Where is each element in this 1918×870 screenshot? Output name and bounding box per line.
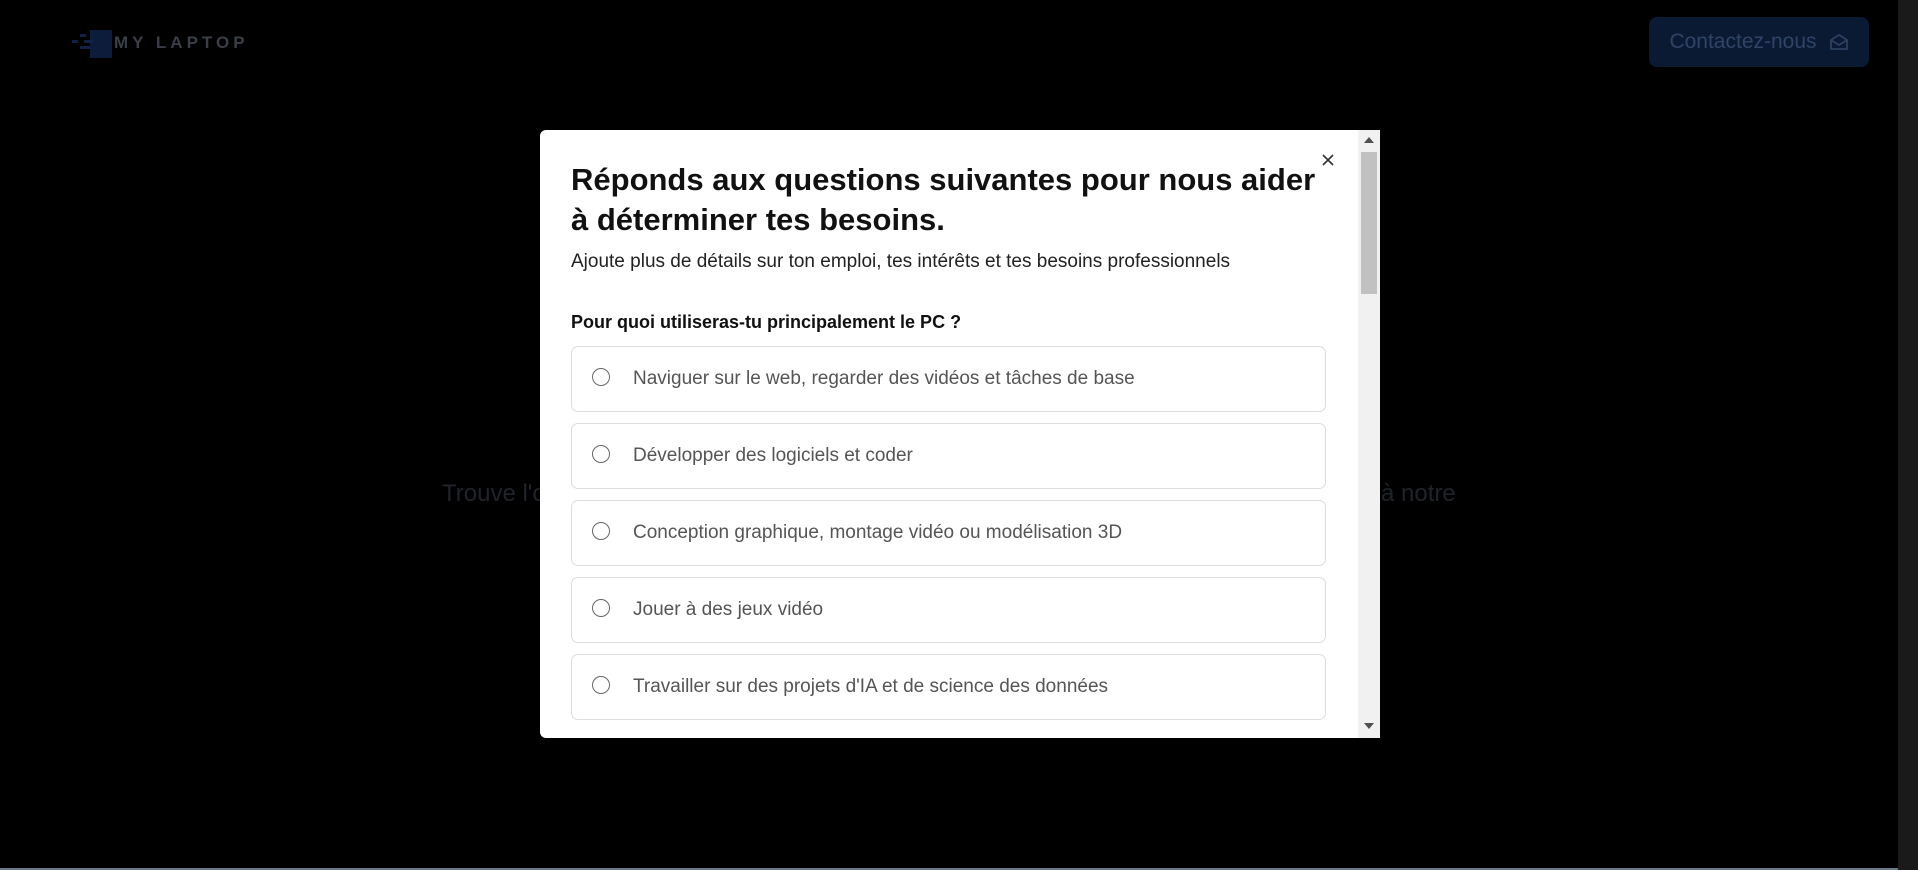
logo[interactable]: MY LAPTOP	[70, 26, 249, 60]
option-label: Jouer à des jeux vidéo	[633, 599, 824, 620]
contact-button-label: Contactez-nous	[1669, 30, 1817, 53]
radio-button[interactable]	[592, 445, 610, 463]
question-label: Pour quoi utiliseras-tu principalement l…	[571, 312, 962, 332]
modal-title: Réponds aux questions suivantes pour nou…	[571, 162, 1316, 237]
hero-text-right: à notre	[1381, 480, 1456, 507]
close-icon	[1322, 154, 1334, 166]
radio-button[interactable]	[592, 599, 610, 617]
option-label: Développer des logiciels et coder	[633, 445, 913, 466]
modal-content: Réponds aux questions suivantes pour nou…	[540, 130, 1358, 738]
radio-button[interactable]	[592, 368, 610, 386]
page-scrollbar[interactable]	[1898, 0, 1918, 870]
option-label: Travailler sur des projets d'IA et de sc…	[633, 676, 1109, 697]
close-button[interactable]	[1318, 150, 1338, 170]
option-web-browsing[interactable]: Naviguer sur le web, regarder des vidéos…	[571, 346, 1326, 412]
option-label: Conception graphique, montage vidéo ou m…	[633, 522, 1123, 543]
logo-text: MY LAPTOP	[114, 33, 249, 52]
option-label: Naviguer sur le web, regarder des vidéos…	[633, 368, 1135, 389]
option-ai-data-science[interactable]: Travailler sur des projets d'IA et de sc…	[571, 654, 1326, 720]
contact-button[interactable]: Contactez-nous	[1649, 17, 1869, 67]
envelope-open-icon	[1829, 34, 1848, 50]
hero-text-left: Trouve l'o	[442, 480, 546, 507]
modal-subtitle: Ajoute plus de détails sur ton emploi, t…	[571, 251, 1231, 272]
scroll-up-arrow-icon[interactable]	[1364, 137, 1374, 143]
modal-scrollbar[interactable]	[1358, 130, 1380, 738]
scroll-down-arrow-icon[interactable]	[1364, 723, 1374, 729]
radio-button[interactable]	[592, 676, 610, 694]
option-software-dev[interactable]: Développer des logiciels et coder	[571, 423, 1326, 489]
questionnaire-modal: Réponds aux questions suivantes pour nou…	[540, 130, 1380, 738]
scrollbar-thumb[interactable]	[1361, 152, 1377, 294]
option-gaming[interactable]: Jouer à des jeux vidéo	[571, 577, 1326, 643]
option-graphic-design[interactable]: Conception graphique, montage vidéo ou m…	[571, 500, 1326, 566]
logo-icon	[70, 28, 112, 58]
radio-button[interactable]	[592, 522, 610, 540]
